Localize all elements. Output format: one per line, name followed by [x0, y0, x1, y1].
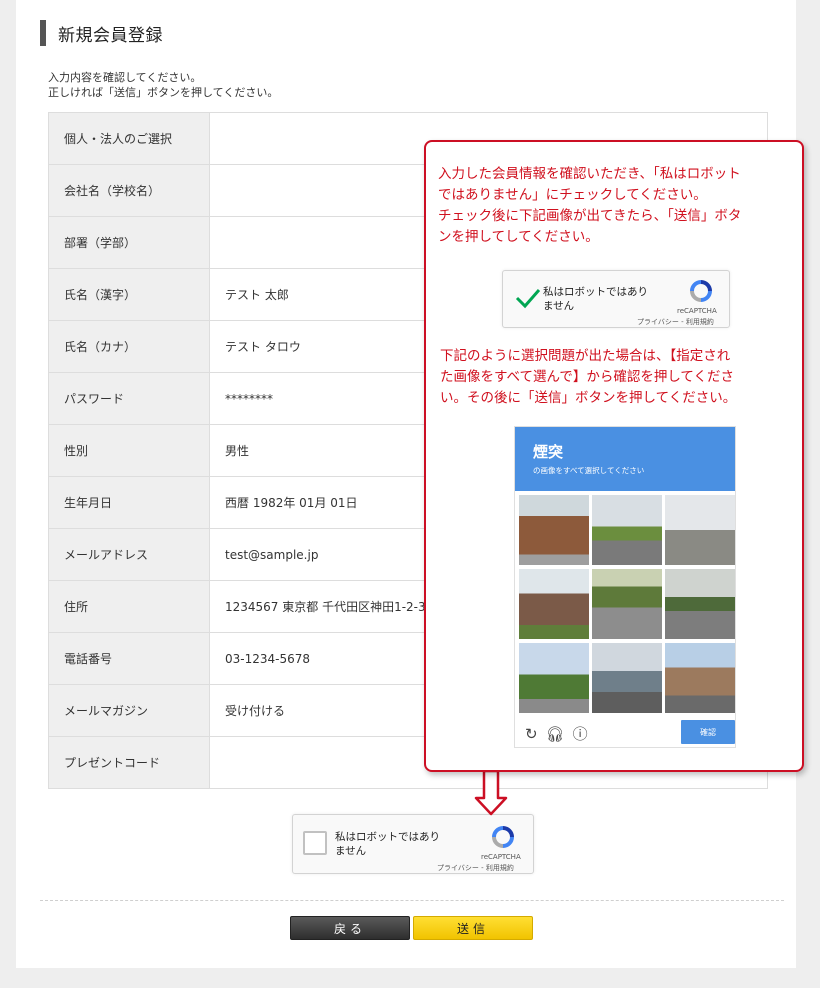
recaptcha-widget: 私はロボットではあり ません reCAPTCHA プライバシー - 利用規約 — [292, 814, 534, 874]
row-label: メールマガジン — [48, 684, 210, 737]
back-button[interactable]: 戻る — [290, 916, 410, 940]
intro-line: 正しければ「送信」ボタンを押してください。 — [48, 86, 279, 99]
callout-text-1: 入力した会員情報を確認いただき、「私はロボット ではありません」にチェックしてく… — [438, 164, 741, 248]
callout-text-2: 下記のように選択問題が出た場合は、【指定され た画像をすべて選んで】から確認を押… — [440, 346, 736, 409]
challenge-tile[interactable] — [519, 643, 589, 713]
row-label: 住所 — [48, 580, 210, 633]
recaptcha-logo-icon — [690, 280, 712, 302]
callout-line: ではありません」にチェックしてください。 — [438, 187, 707, 203]
row-label: 性別 — [48, 424, 210, 477]
recaptcha-label: 私はロボットではあり ません — [335, 830, 440, 858]
row-label: 個人・法人のご選択 — [48, 112, 210, 165]
challenge-tile[interactable] — [592, 495, 662, 565]
callout-line: 下記のように選択問題が出た場合は、【指定され — [440, 348, 731, 364]
callout-line: ンを押してしてください。 — [438, 229, 599, 245]
page-heading: 新規会員登録 — [40, 20, 163, 46]
challenge-tile[interactable] — [665, 495, 735, 565]
callout-line: 入力した会員情報を確認いただき、「私はロボット — [438, 166, 741, 182]
verify-button[interactable]: 確認 — [681, 720, 735, 744]
down-arrow-icon — [474, 770, 508, 816]
challenge-title: 煙突 — [533, 443, 564, 461]
page-title: 新規会員登録 — [58, 25, 163, 46]
recaptcha-label-line: 私はロボットではあり — [335, 831, 440, 843]
challenge-tile[interactable] — [592, 643, 662, 713]
callout-line: い。その後に「送信」ボタンを押してください。 — [440, 390, 737, 406]
send-button[interactable]: 送信 — [413, 916, 533, 940]
recaptcha-label-line: ません — [543, 300, 575, 312]
row-label: 部署（学部） — [48, 216, 210, 269]
recaptcha-label-line: ません — [335, 845, 367, 857]
challenge-tile[interactable] — [519, 569, 589, 639]
challenge-tile[interactable] — [665, 643, 735, 713]
recaptcha-links: プライバシー - 利用規約 — [637, 318, 714, 326]
heading-bar — [40, 20, 46, 46]
intro-line: 入力内容を確認してください。 — [48, 71, 202, 84]
challenge-subtitle: の画像をすべて選択してください — [533, 466, 645, 475]
row-label: 会社名（学校名） — [48, 164, 210, 217]
row-label: 氏名（カナ） — [48, 320, 210, 373]
row-label: 生年月日 — [48, 476, 210, 529]
recaptcha-checkbox[interactable] — [303, 831, 327, 855]
instruction-callout: 入力した会員情報を確認いただき、「私はロボット ではありません」にチェックしてく… — [424, 140, 804, 772]
dashed-divider — [40, 900, 784, 901]
recaptcha-image-challenge: 煙突 の画像をすべて選択してください ↻ 🎧︎ ⓘ 確認 — [514, 426, 736, 748]
row-label: プレゼントコード — [48, 736, 210, 789]
recaptcha-brand: reCAPTCHA — [481, 853, 521, 861]
row-label: メールアドレス — [48, 528, 210, 581]
recaptcha-label: 私はロボットではあり ません — [543, 285, 648, 313]
challenge-header: 煙突 の画像をすべて選択してください — [515, 427, 735, 491]
info-icon[interactable]: ⓘ — [573, 725, 588, 743]
headphones-icon[interactable]: 🎧︎ — [546, 725, 565, 743]
challenge-tile[interactable] — [592, 569, 662, 639]
challenge-tile[interactable] — [665, 569, 735, 639]
reload-icon[interactable]: ↻ — [525, 725, 538, 743]
row-label: 電話番号 — [48, 632, 210, 685]
row-label: パスワード — [48, 372, 210, 425]
callout-line: チェック後に下記画像が出てきたら、「送信」ボタ — [438, 208, 742, 224]
callout-line: た画像をすべて選んで】から確認を押してくださ — [440, 369, 735, 385]
intro-text: 入力内容を確認してください。 正しければ「送信」ボタンを押してください。 — [48, 70, 278, 100]
recaptcha-label-line: 私はロボットではあり — [543, 286, 648, 298]
recaptcha-sample-checked: 私はロボットではあり ません reCAPTCHA プライバシー - 利用規約 — [502, 270, 730, 328]
recaptcha-logo-icon — [492, 826, 514, 848]
recaptcha-brand: reCAPTCHA — [677, 307, 717, 315]
row-label: 氏名（漢字） — [48, 268, 210, 321]
challenge-tile[interactable] — [519, 495, 589, 565]
checkmark-icon — [515, 289, 541, 309]
challenge-toolbar: ↻ 🎧︎ ⓘ — [525, 723, 596, 744]
recaptcha-links[interactable]: プライバシー - 利用規約 — [437, 863, 514, 873]
